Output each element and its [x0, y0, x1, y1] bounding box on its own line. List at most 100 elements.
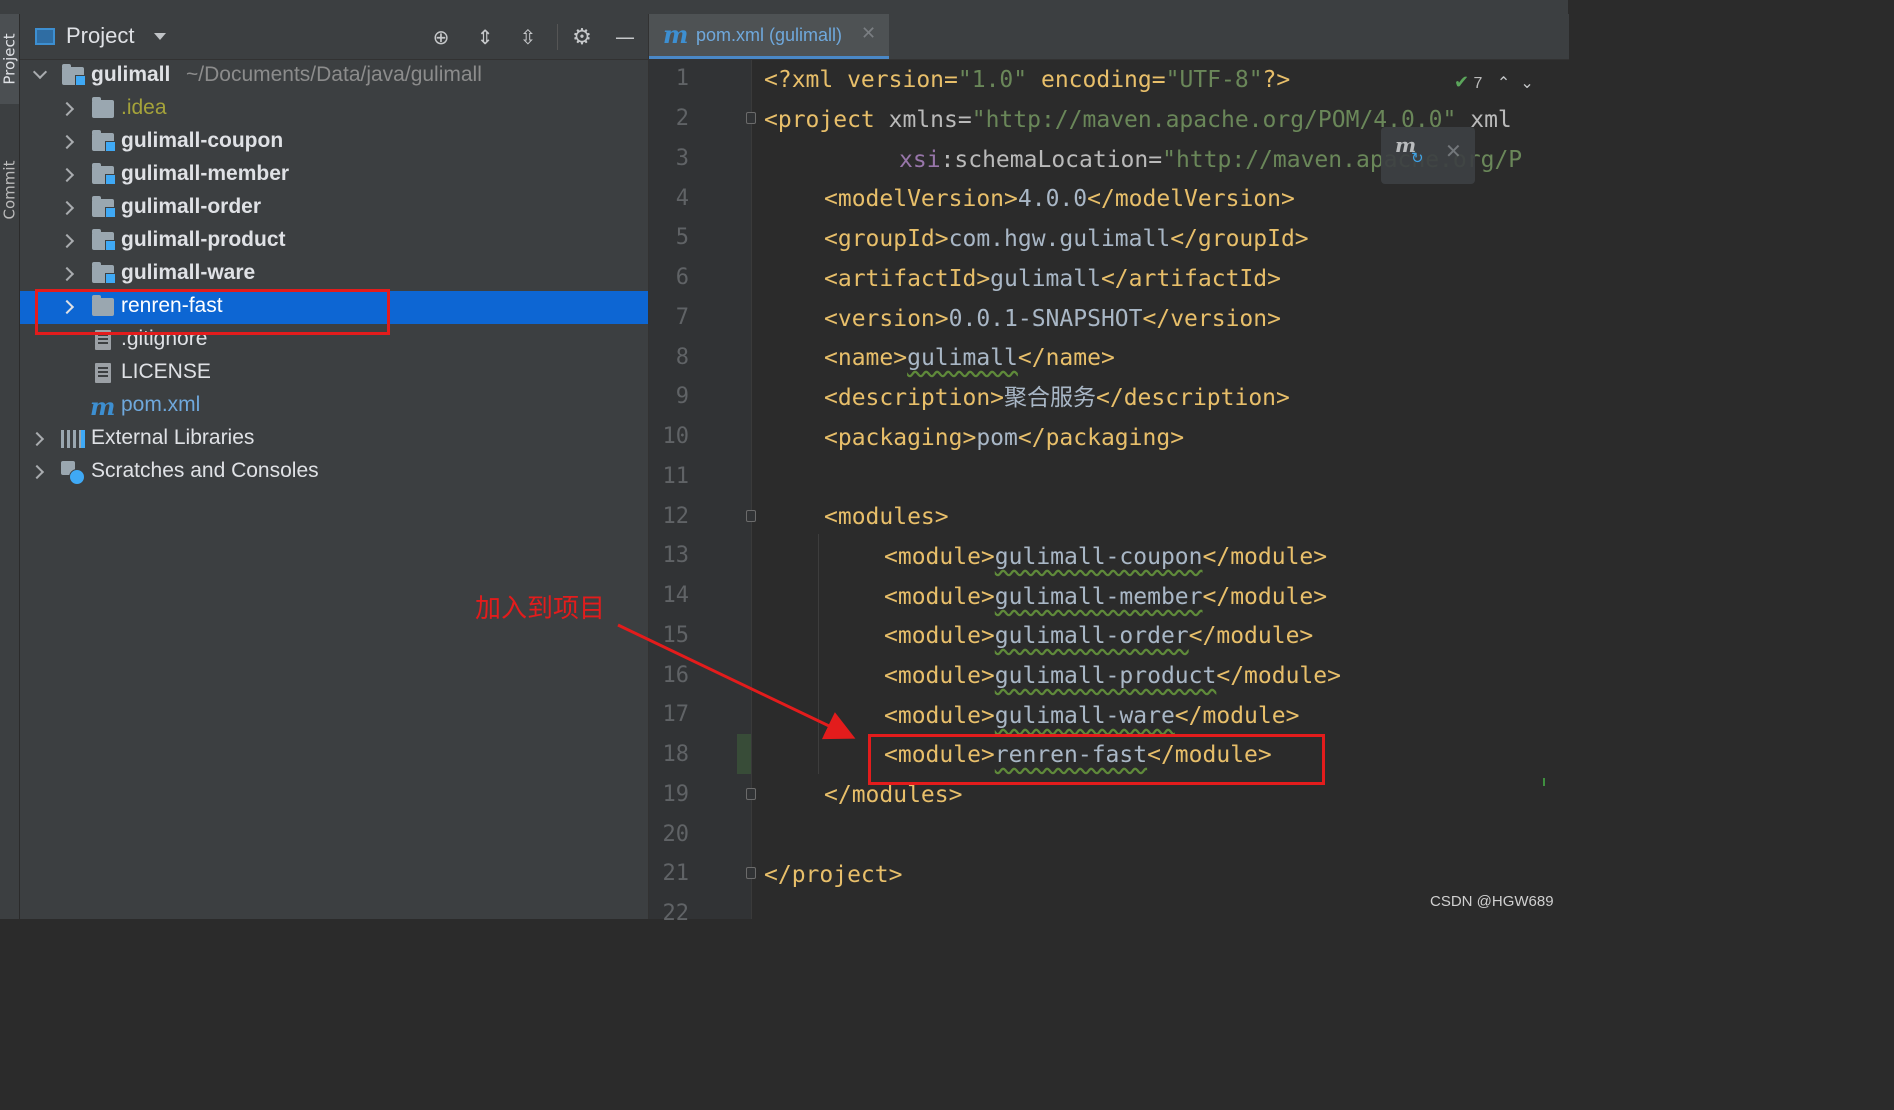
- module-folder-icon: [92, 229, 116, 251]
- chevron-right-icon[interactable]: [29, 464, 45, 480]
- code-token: <version>: [824, 306, 949, 332]
- expand-all-icon: ⇕: [476, 25, 494, 49]
- code-token: <groupId>: [824, 226, 949, 252]
- tree-row-gulimall-coupon[interactable]: gulimall-coupon: [20, 126, 648, 159]
- library-icon: [61, 430, 85, 448]
- code-token: <project: [764, 107, 889, 133]
- tree-label: gulimall-coupon: [121, 129, 284, 152]
- project-tool-tab[interactable]: Project: [0, 14, 19, 104]
- commit-tool-tab[interactable]: Commit: [0, 140, 19, 240]
- code-token: </description>: [1096, 385, 1290, 411]
- line-number: 17: [662, 702, 690, 727]
- tree-row-license[interactable]: LICENSE: [20, 357, 648, 390]
- code-token: "UTF-8": [1165, 67, 1263, 93]
- editor-tab-pom[interactable]: m pom.xml (gulimall) ✕: [649, 14, 889, 59]
- code-token: </version>: [1142, 306, 1281, 332]
- maven-file-icon: m: [90, 392, 116, 421]
- fold-end-modules[interactable]: [746, 788, 756, 800]
- code-token: <module>: [884, 584, 995, 610]
- options-button[interactable]: ⚙: [568, 23, 596, 51]
- line-number: 10: [662, 424, 690, 449]
- editor-tab-label: pom.xml (gulimall): [696, 25, 843, 45]
- line-number: 8: [675, 345, 689, 370]
- module-folder-icon: [92, 130, 116, 152]
- project-view-selector[interactable]: Project: [66, 23, 134, 49]
- line-number-gutter: 1 2 3 4 5 6 7 8 9 10 11 12 13 14 15 16 1…: [649, 60, 751, 926]
- code-token: <modules>: [824, 504, 949, 530]
- code-token: gulimall-order: [994, 623, 1189, 649]
- fold-marker-modules[interactable]: [746, 510, 756, 522]
- code-line-9: <description>聚合服务</description>: [824, 378, 1290, 418]
- close-icon[interactable]: ✕: [861, 23, 876, 44]
- code-line-15: <module>gulimall-order</module>: [884, 616, 1313, 656]
- navigate-arrows-icon[interactable]: ⌃⌄: [1497, 75, 1544, 92]
- chevron-down-icon[interactable]: [32, 64, 48, 80]
- code-token: </module>: [1216, 663, 1341, 689]
- vcs-change-marker[interactable]: [737, 734, 752, 774]
- code-line-8: <name>gulimall</name>: [824, 338, 1115, 378]
- gear-icon: ⚙: [572, 24, 592, 50]
- tree-row-gulimall-order[interactable]: gulimall-order: [20, 192, 648, 225]
- reload-icon[interactable]: ↻: [1411, 149, 1424, 167]
- chevron-right-icon[interactable]: [59, 266, 75, 282]
- hide-panel-button[interactable]: —: [611, 23, 639, 51]
- chevron-right-icon[interactable]: [59, 167, 75, 183]
- tree-row-gulimall-ware[interactable]: gulimall-ware: [20, 258, 648, 291]
- code-line-12: <modules>: [824, 497, 949, 537]
- code-view[interactable]: <?xml version="1.0" encoding="UTF-8"?> <…: [764, 60, 1569, 919]
- code-line-14: <module>gulimall-member</module>: [884, 577, 1327, 617]
- locate-file-button[interactable]: ⊕: [427, 23, 455, 51]
- tree-row-scratches[interactable]: Scratches and Consoles: [20, 456, 648, 489]
- module-folder-icon: [92, 163, 116, 185]
- code-token: ?>: [1262, 67, 1291, 93]
- chevron-down-icon[interactable]: [154, 33, 166, 40]
- inspection-widget[interactable]: ✔ 7 ⌃⌄: [1454, 72, 1544, 93]
- tree-label: pom.xml: [121, 393, 201, 416]
- code-token: 4.0.0: [1017, 186, 1088, 212]
- expand-all-button[interactable]: ⇕: [471, 23, 499, 51]
- project-view-icon: [35, 28, 55, 45]
- tree-row-gulimall-product[interactable]: gulimall-product: [20, 225, 648, 258]
- code-token: <module>: [884, 663, 995, 689]
- close-icon[interactable]: ✕: [1445, 139, 1462, 163]
- code-token: </module>: [1174, 703, 1300, 729]
- line-number: 13: [662, 543, 690, 568]
- scrollbar-change-marker[interactable]: [1543, 778, 1545, 786]
- code-token: </modelVersion>: [1087, 186, 1295, 212]
- code-line-5: <groupId>com.hgw.gulimall</groupId>: [824, 219, 1309, 259]
- line-number: 2: [675, 106, 689, 131]
- code-token: gulimall-ware: [994, 703, 1175, 729]
- chevron-right-icon[interactable]: [59, 200, 75, 216]
- tree-row-gulimall-member[interactable]: gulimall-member: [20, 159, 648, 192]
- line-number: 11: [662, 464, 690, 489]
- code-token: 0.0.1-SNAPSHOT: [948, 306, 1143, 332]
- code-token: <description>: [824, 385, 1005, 411]
- maven-reload-popup[interactable]: m ↻ ✕: [1381, 127, 1475, 184]
- code-token: <name>: [824, 345, 908, 371]
- chevron-right-icon[interactable]: [59, 101, 75, 117]
- project-panel: Project ⊕ ⇕ ⇳ ⚙ — gulimall ~/Documents/D…: [20, 14, 648, 919]
- chevron-right-icon[interactable]: [59, 233, 75, 249]
- tree-row-idea[interactable]: .idea: [20, 93, 648, 126]
- code-line-13: <module>gulimall-coupon</module>: [884, 537, 1327, 577]
- fold-marker-project[interactable]: [746, 112, 756, 124]
- code-token: com.hgw.gulimall: [948, 226, 1171, 252]
- tree-row-pom[interactable]: m pom.xml: [20, 390, 648, 423]
- line-number: 14: [662, 583, 690, 608]
- scratches-icon: [61, 461, 85, 485]
- tree-row-gulimall[interactable]: gulimall ~/Documents/Data/java/gulimall: [20, 60, 648, 93]
- fold-end-project[interactable]: [746, 867, 756, 879]
- chevron-right-icon[interactable]: [59, 134, 75, 150]
- project-tool-tab-label: Project: [0, 33, 19, 85]
- collapse-all-button[interactable]: ⇳: [514, 23, 542, 51]
- line-number: 22: [662, 901, 690, 926]
- code-token: gulimall-product: [994, 663, 1217, 689]
- minimize-icon: —: [615, 25, 635, 49]
- tree-row-external-libraries[interactable]: External Libraries: [20, 423, 648, 456]
- code-token: <module>: [884, 544, 995, 570]
- window-top-strip: [0, 0, 1568, 14]
- code-line-7: <version>0.0.1-SNAPSHOT</version>: [824, 299, 1281, 339]
- code-token: "1.0": [957, 67, 1028, 93]
- code-line-16: <module>gulimall-product</module>: [884, 656, 1341, 696]
- chevron-right-icon[interactable]: [29, 431, 45, 447]
